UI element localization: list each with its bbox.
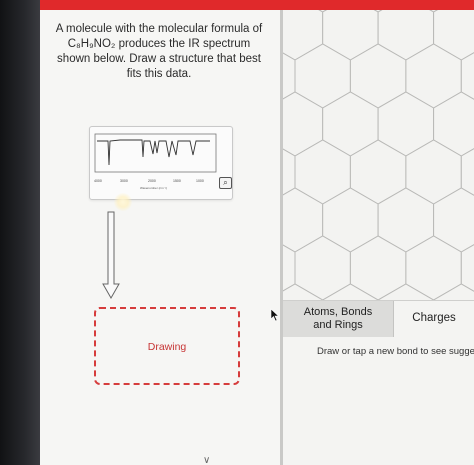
x-tick-label: 3000 xyxy=(120,179,128,183)
tab-label: Charges xyxy=(412,312,456,324)
hexagon-grid xyxy=(283,10,474,300)
top-accent-bar xyxy=(40,0,474,10)
app-screen: A molecule with the molecular formula of… xyxy=(40,0,474,465)
hint-text: Draw or tap a new bond to see sugge xyxy=(317,346,474,357)
spectrum-frame xyxy=(94,133,217,173)
down-arrow-icon xyxy=(102,211,120,300)
drawing-placeholder-box[interactable]: Drawing xyxy=(94,307,240,385)
question-line: A molecule with the molecular formula of xyxy=(55,23,263,35)
drawing-canvas[interactable] xyxy=(283,10,474,300)
magnifier-icon[interactable]: ⌕ xyxy=(219,177,232,189)
tab-label-line: and Rings xyxy=(313,319,363,331)
tab-label: Atoms, Bonds and Rings xyxy=(283,306,393,332)
device-bezel xyxy=(0,0,40,465)
question-line: fits this data. xyxy=(126,68,192,80)
x-tick-label: 2000 xyxy=(148,179,156,183)
x-tick-label: 4000 xyxy=(94,179,102,183)
ir-spectrum-plot: 4000 3000 2000 1500 1000 Wavenumber (cm⁻… xyxy=(94,133,217,190)
question-text: A molecule with the molecular formula of… xyxy=(54,22,264,82)
x-tick-label: 1000 xyxy=(196,179,204,183)
spectrum-trace xyxy=(97,139,210,166)
tab-atoms-bonds-rings[interactable]: Atoms, Bonds and Rings xyxy=(283,301,394,337)
x-tick-label: 1500 xyxy=(173,179,181,183)
x-axis-label: Wavenumber (cm⁻¹) xyxy=(140,186,167,190)
drawing-label: Drawing xyxy=(147,341,187,353)
tab-label-line: Atoms, Bonds xyxy=(303,306,373,318)
chevron-down-icon: ∨ xyxy=(203,455,211,465)
question-panel: A molecule with the molecular formula of… xyxy=(40,10,280,465)
question-line: shown below. Draw a structure that best xyxy=(57,53,261,65)
tab-charges[interactable]: Charges xyxy=(394,301,474,337)
ir-spectrum-thumbnail[interactable]: 4000 3000 2000 1500 1000 Wavenumber (cm⁻… xyxy=(89,126,233,200)
screen-glare xyxy=(114,193,132,211)
tool-panel: Atoms, Bonds and Rings Charges Draw or t… xyxy=(283,300,474,465)
mouse-pointer-icon xyxy=(270,308,280,322)
question-line: C₈H₉NO₂ produces the IR spectrum xyxy=(67,38,251,50)
